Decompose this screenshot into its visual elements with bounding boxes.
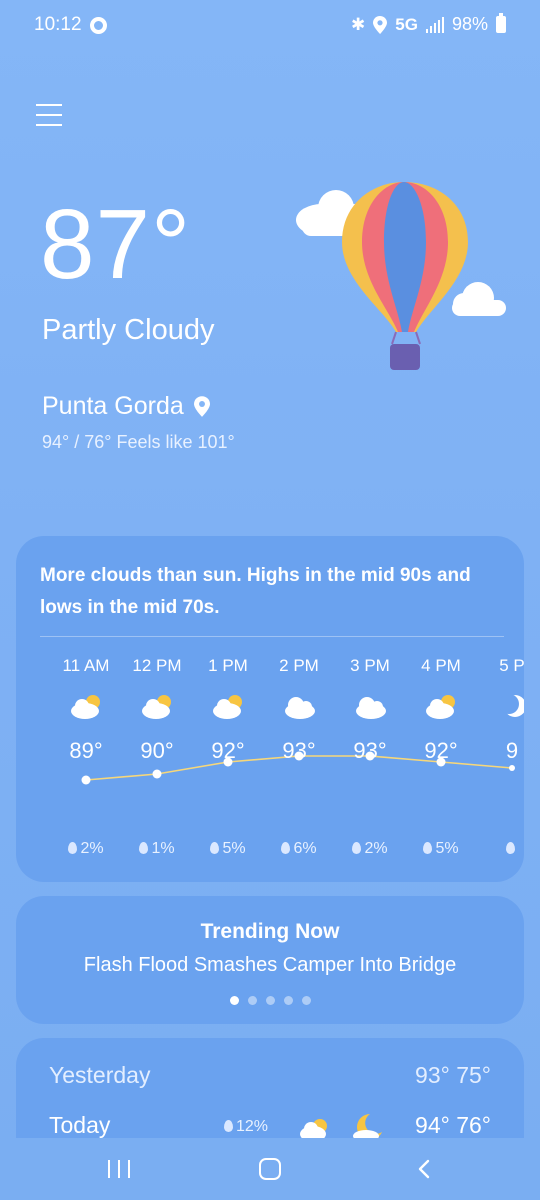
signal-icon <box>425 16 444 33</box>
recent-apps-button[interactable] <box>108 1160 130 1178</box>
raindrop-icon <box>506 842 515 854</box>
carousel-dot[interactable] <box>301 996 311 1005</box>
hourly-item[interactable]: 4 PM 92° 5% <box>406 656 476 876</box>
hour-temperature: 92° <box>424 738 458 763</box>
battery-percent: 98% <box>451 14 488 34</box>
balloon-icon <box>342 182 468 370</box>
hour-label: 3 PM <box>350 656 390 675</box>
bluetooth-icon: ✱ <box>351 14 366 34</box>
hour-precipitation: 5% <box>406 840 476 858</box>
trending-title: Trending Now <box>200 920 340 943</box>
hourly-item[interactable]: 5 P 9 <box>477 656 524 876</box>
day-name: Yesterday <box>49 1062 151 1088</box>
current-condition: Partly Cloudy <box>42 314 215 346</box>
carousel-dot[interactable] <box>283 996 293 1005</box>
hour-label: 12 PM <box>132 656 182 675</box>
forecast-summary: More clouds than sun. Highs in the mid 9… <box>40 565 471 618</box>
hourly-item[interactable]: 11 AM 89° 2% <box>51 656 121 876</box>
cloud-icon <box>353 692 389 720</box>
partly-sunny-icon <box>300 1119 327 1138</box>
hour-label: 11 AM <box>62 656 110 675</box>
status-icons: ✱ 5G 98% <box>351 13 506 35</box>
hour-label: 1 PM <box>208 656 248 675</box>
carousel-dot[interactable] <box>247 996 257 1005</box>
hour-label: 4 PM <box>421 656 461 675</box>
raindrop-icon <box>68 842 78 854</box>
cloud-icon <box>282 692 318 720</box>
hourly-list[interactable]: 11 AM 89° 2% 12 PM 90° 1% 1 PM 92° 5% 2 PM 93° 6% 3 … <box>16 656 524 876</box>
hot-air-balloon-illustration <box>296 182 506 370</box>
notification-ring-icon <box>90 17 107 34</box>
hour-temperature: 89° <box>69 738 103 763</box>
moon-cloud-icon <box>495 692 524 720</box>
status-bar: 10:12 ✱ 5G 98% <box>0 0 540 52</box>
hourly-item[interactable]: 2 PM 93° 6% <box>264 656 334 876</box>
high-low-feels-like: 94° / 76° Feels like 101° <box>42 432 235 452</box>
daily-row-today[interactable]: Today 12% 94° 76° <box>16 1112 524 1138</box>
current-temperature: 87° <box>40 189 192 299</box>
raindrop-icon <box>352 842 362 854</box>
hour-precipitation: 1% <box>122 840 192 858</box>
carousel-dots <box>16 996 524 1005</box>
system-nav-bar <box>0 1138 540 1200</box>
day-temps: 94° 76° <box>415 1112 491 1138</box>
trending-headline[interactable]: Flash Flood Smashes Camper Into Bridge <box>16 954 524 977</box>
divider <box>40 636 504 637</box>
back-button[interactable] <box>414 1158 436 1180</box>
location-pin-icon <box>193 396 210 417</box>
hour-precipitation: 2% <box>335 840 405 858</box>
hour-label: 2 PM <box>279 656 319 675</box>
location-name: Punta Gorda <box>42 392 184 420</box>
trending-news-card[interactable]: Trending Now Flash Flood Smashes Camper … <box>16 896 524 1024</box>
location[interactable]: Punta Gorda <box>42 392 210 421</box>
hour-precipitation: 6% <box>264 840 334 858</box>
hourly-forecast-card[interactable]: More clouds than sun. Highs in the mid 9… <box>16 536 524 882</box>
location-icon <box>373 15 388 34</box>
day-temps: 93° 75° <box>415 1062 491 1088</box>
hour-temperature: 90° <box>140 738 174 763</box>
carousel-dot[interactable] <box>265 996 275 1005</box>
battery-icon <box>496 13 506 33</box>
daily-forecast-card[interactable]: Yesterday 93° 75° Today 12% 94° 76° <box>16 1038 524 1138</box>
status-time: 10:12 <box>34 14 82 35</box>
hour-temperature: 93° <box>282 738 316 763</box>
raindrop-icon <box>139 842 149 854</box>
hour-precipitation <box>477 840 524 858</box>
hourly-item[interactable]: 12 PM 90° 1% <box>122 656 192 876</box>
raindrop-icon <box>210 842 220 854</box>
hour-precipitation: 5% <box>193 840 263 858</box>
menu-button[interactable] <box>36 104 62 128</box>
moon-cloud-icon <box>353 1114 382 1138</box>
raindrop-icon <box>423 842 433 854</box>
cloud-icon <box>452 282 506 316</box>
hour-temperature: 92° <box>211 738 245 763</box>
carousel-dot[interactable] <box>229 996 239 1005</box>
hour-temperature: 9 <box>505 738 519 763</box>
raindrop-icon <box>281 842 291 854</box>
raindrop-icon <box>224 1120 233 1132</box>
day-precip: 12% <box>224 1118 268 1136</box>
home-button[interactable] <box>259 1158 281 1180</box>
partly-sunny-icon <box>69 692 105 720</box>
partly-sunny-icon <box>424 692 460 720</box>
day-name: Today <box>49 1112 111 1138</box>
hour-temperature: 93° <box>353 738 387 763</box>
daily-row-yesterday[interactable]: Yesterday 93° 75° <box>16 1062 524 1102</box>
hourly-item[interactable]: 1 PM 92° 5% <box>193 656 263 876</box>
partly-sunny-icon <box>140 692 176 720</box>
hour-precipitation: 2% <box>51 840 121 858</box>
partly-sunny-icon <box>211 692 247 720</box>
network-type: 5G <box>395 14 418 34</box>
hour-label: 5 P <box>499 656 524 675</box>
hourly-item[interactable]: 3 PM 93° 2% <box>335 656 405 876</box>
